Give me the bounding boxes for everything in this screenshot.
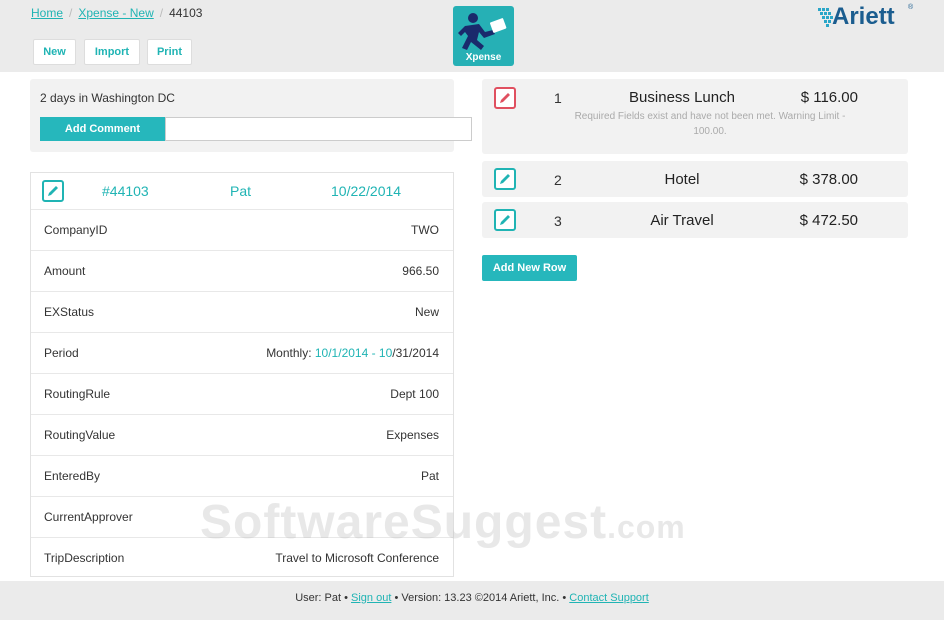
- top-bar: Home / Xpense - New / 44103 New Import Print…: [0, 0, 944, 72]
- ariett-logo: Ariett ®: [818, 2, 918, 36]
- period-suffix: /31/2014: [392, 346, 439, 360]
- footer-version: • Version: 13.23 ©2014 Ariett, Inc. •: [394, 592, 567, 604]
- expense-line-3[interactable]: 3 Air Travel $ 472.50: [482, 202, 908, 238]
- field-label: Amount: [44, 264, 86, 278]
- field-value: New: [414, 305, 439, 319]
- watermark-main: SoftwareSuggest: [200, 496, 608, 549]
- period-prefix: Monthly:: [266, 346, 315, 360]
- field-value: Expenses: [386, 428, 439, 442]
- field-row-routingrule: RoutingRule Dept 100: [31, 373, 453, 414]
- import-button[interactable]: Import: [84, 39, 140, 65]
- line-amount: $ 378.00: [799, 171, 858, 188]
- line-amount: $ 472.50: [799, 212, 858, 229]
- breadcrumb-current: 44103: [169, 6, 203, 20]
- breadcrumb-app-link[interactable]: Xpense - New: [78, 6, 153, 20]
- add-comment-button[interactable]: Add Comment: [40, 117, 165, 141]
- line-number: 1: [554, 90, 562, 106]
- report-header: #44103 Pat 10/22/2014: [31, 173, 453, 209]
- app-logo-label: Xpense: [465, 52, 502, 63]
- watermark: SoftwareSuggest.com: [200, 495, 686, 550]
- watermark-suffix: .com: [607, 509, 686, 545]
- field-value: Monthly: 10/1/2014 - 10/31/2014: [266, 346, 439, 360]
- field-value: 966.50: [402, 264, 439, 278]
- field-label: RoutingRule: [44, 387, 111, 401]
- comment-panel: 2 days in Washington DC Add Comment: [30, 79, 472, 152]
- edit-line-icon[interactable]: [494, 209, 516, 231]
- add-new-row-button[interactable]: Add New Row: [482, 255, 577, 281]
- contact-support-link[interactable]: Contact Support: [569, 592, 649, 604]
- field-label: TripDescription: [44, 551, 125, 565]
- breadcrumb: Home / Xpense - New / 44103: [31, 6, 202, 20]
- report-date: 10/22/2014: [331, 183, 402, 199]
- field-value: Dept 100: [390, 387, 439, 401]
- breadcrumb-separator: /: [69, 6, 73, 20]
- running-man-icon: [458, 13, 507, 50]
- line-number: 2: [554, 172, 562, 188]
- field-row-routingvalue: RoutingValue Expenses: [31, 414, 453, 455]
- period-link[interactable]: 10/1/2014 - 10: [315, 346, 392, 360]
- field-label: CurrentApprover: [44, 510, 133, 524]
- field-row-exstatus: EXStatus New: [31, 291, 453, 332]
- field-label: RoutingValue: [44, 428, 116, 442]
- field-row-amount: Amount 966.50: [31, 250, 453, 291]
- field-value: TWO: [411, 223, 439, 237]
- edit-line-error-icon[interactable]: [494, 87, 516, 109]
- footer: User: Pat • Sign out • Version: 13.23 ©2…: [0, 581, 944, 620]
- report-id: #44103: [102, 183, 149, 199]
- brand-name: Ariett: [832, 3, 895, 30]
- line-description: Air Travel: [650, 212, 714, 229]
- expense-line-2[interactable]: 2 Hotel $ 378.00: [482, 161, 908, 197]
- comment-input[interactable]: [165, 117, 472, 141]
- line-description: Business Lunch: [629, 89, 735, 106]
- new-button[interactable]: New: [33, 39, 76, 65]
- breadcrumb-separator: /: [159, 6, 164, 20]
- report-user: Pat: [230, 183, 252, 199]
- print-button[interactable]: Print: [147, 39, 192, 65]
- brand-registered: ®: [908, 4, 914, 11]
- edit-line-icon[interactable]: [494, 168, 516, 190]
- field-row-enteredby: EnteredBy Pat: [31, 455, 453, 496]
- edit-report-icon[interactable]: [42, 180, 64, 202]
- field-row-period: Period Monthly: 10/1/2014 - 10/31/2014: [31, 332, 453, 373]
- breadcrumb-home-link[interactable]: Home: [31, 6, 63, 20]
- field-value: Pat: [420, 469, 439, 483]
- field-label: CompanyID: [44, 223, 108, 237]
- field-row-companyid: CompanyID TWO: [31, 209, 453, 250]
- sign-out-link[interactable]: Sign out: [351, 592, 391, 604]
- line-warning: Required Fields exist and have not been …: [574, 111, 846, 137]
- field-label: Period: [44, 346, 79, 360]
- field-value: Travel to Microsoft Conference: [275, 551, 439, 565]
- footer-user: User: Pat •: [295, 592, 348, 604]
- line-amount: $ 116.00: [800, 89, 858, 106]
- expense-line-1[interactable]: 1 Business Lunch $ 116.00 Required Field…: [482, 79, 908, 154]
- line-number: 3: [554, 213, 562, 229]
- report-description: 2 days in Washington DC: [40, 91, 175, 105]
- field-label: EXStatus: [44, 305, 95, 319]
- line-description: Hotel: [664, 171, 700, 188]
- xpense-app-logo[interactable]: Xpense: [453, 6, 514, 66]
- field-label: EnteredBy: [44, 469, 101, 483]
